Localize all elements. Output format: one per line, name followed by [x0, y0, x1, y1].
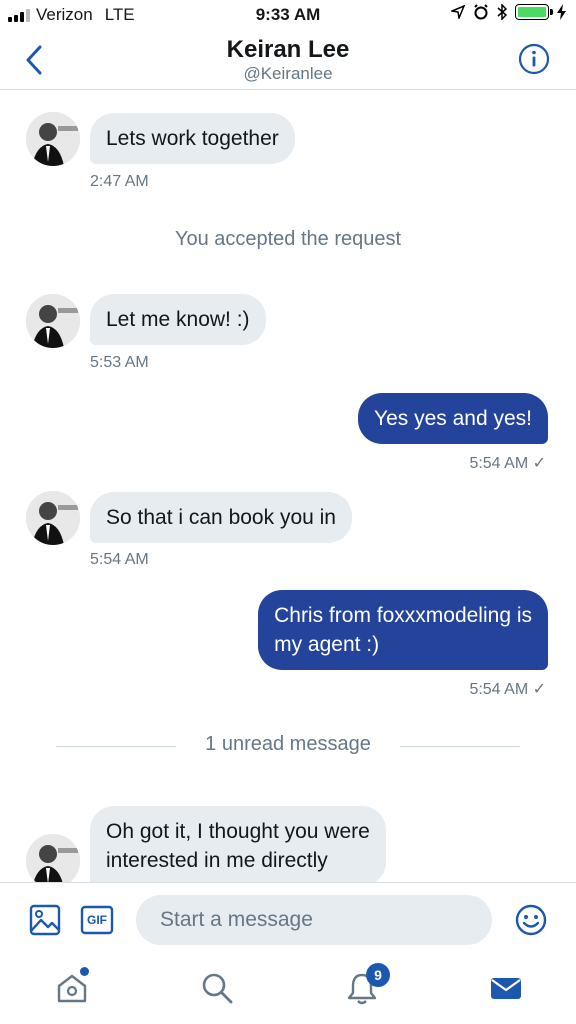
message-text: Yes yes and yes! — [374, 407, 532, 430]
message-composer: GIF — [0, 882, 576, 956]
message-text-line: my agent :) — [274, 633, 380, 656]
tab-messages[interactable] — [486, 968, 526, 1008]
message-bubble-incoming[interactable]: Oh got it, I thought you were interested… — [90, 806, 386, 886]
message-time: 5:53 AM — [90, 354, 149, 371]
battery-icon — [515, 4, 553, 20]
emoji-icon — [515, 904, 547, 936]
message-time: 2:47 AM — [90, 173, 149, 190]
charging-icon — [557, 4, 566, 20]
message-bubble-incoming[interactable]: Let me know! :) — [90, 294, 266, 345]
avatar-image — [26, 294, 80, 348]
unread-divider-label: 1 unread message — [205, 733, 371, 755]
message-text-line: interested in me directly — [106, 849, 328, 872]
new-content-dot — [80, 967, 89, 976]
message-text: Lets work together — [106, 127, 279, 150]
notifications-badge: 9 — [366, 963, 390, 987]
gif-label: GIF — [87, 913, 107, 927]
message-bubble-outgoing[interactable]: Chris from foxxxmodeling is my agent :) — [258, 590, 548, 670]
message-bubble-incoming[interactable]: Lets work together — [90, 113, 295, 164]
info-button[interactable] — [518, 43, 550, 75]
avatar-image — [26, 112, 80, 166]
avatar-image — [26, 491, 80, 545]
message-bubble-incoming[interactable]: So that i can book you in — [90, 492, 352, 543]
avatar[interactable] — [26, 491, 80, 545]
info-icon — [518, 43, 550, 75]
home-icon — [57, 974, 87, 1003]
message-text: So that i can book you in — [106, 506, 336, 529]
message-bubble-outgoing[interactable]: Yes yes and yes! — [358, 393, 548, 444]
avatar-image — [26, 834, 80, 888]
avatar[interactable] — [26, 294, 80, 348]
emoji-button[interactable] — [514, 903, 548, 937]
message-text-line: Oh got it, I thought you were — [106, 820, 370, 843]
contact-handle: @Keiranlee — [243, 64, 333, 83]
message-time: 5:54 AM ✓ — [469, 455, 546, 472]
mail-icon — [491, 978, 521, 999]
bluetooth-icon — [497, 4, 507, 20]
message-text-line: Chris from foxxxmodeling is — [274, 604, 532, 627]
tab-search[interactable] — [197, 968, 237, 1008]
gif-button[interactable]: GIF — [80, 903, 114, 937]
location-arrow-icon — [451, 5, 465, 19]
message-text: Let me know! :) — [106, 308, 250, 331]
conversation-header: Keiran Lee @Keiranlee — [0, 30, 576, 90]
status-bar: Verizon LTE 9:33 AM — [0, 0, 576, 30]
unread-divider-line — [400, 746, 520, 747]
alarm-icon — [474, 4, 488, 20]
tab-bar — [0, 956, 576, 1024]
message-input[interactable] — [136, 895, 492, 945]
image-icon — [29, 904, 61, 936]
system-message: You accepted the request — [174, 228, 402, 250]
message-time: 5:54 AM ✓ — [469, 681, 546, 698]
contact-name: Keiran Lee — [226, 36, 350, 63]
message-time: 5:54 AM — [90, 551, 149, 568]
status-right — [451, 4, 566, 20]
avatar[interactable] — [26, 834, 80, 888]
add-image-button[interactable] — [28, 903, 62, 937]
search-icon — [202, 973, 233, 1004]
avatar[interactable] — [26, 112, 80, 166]
